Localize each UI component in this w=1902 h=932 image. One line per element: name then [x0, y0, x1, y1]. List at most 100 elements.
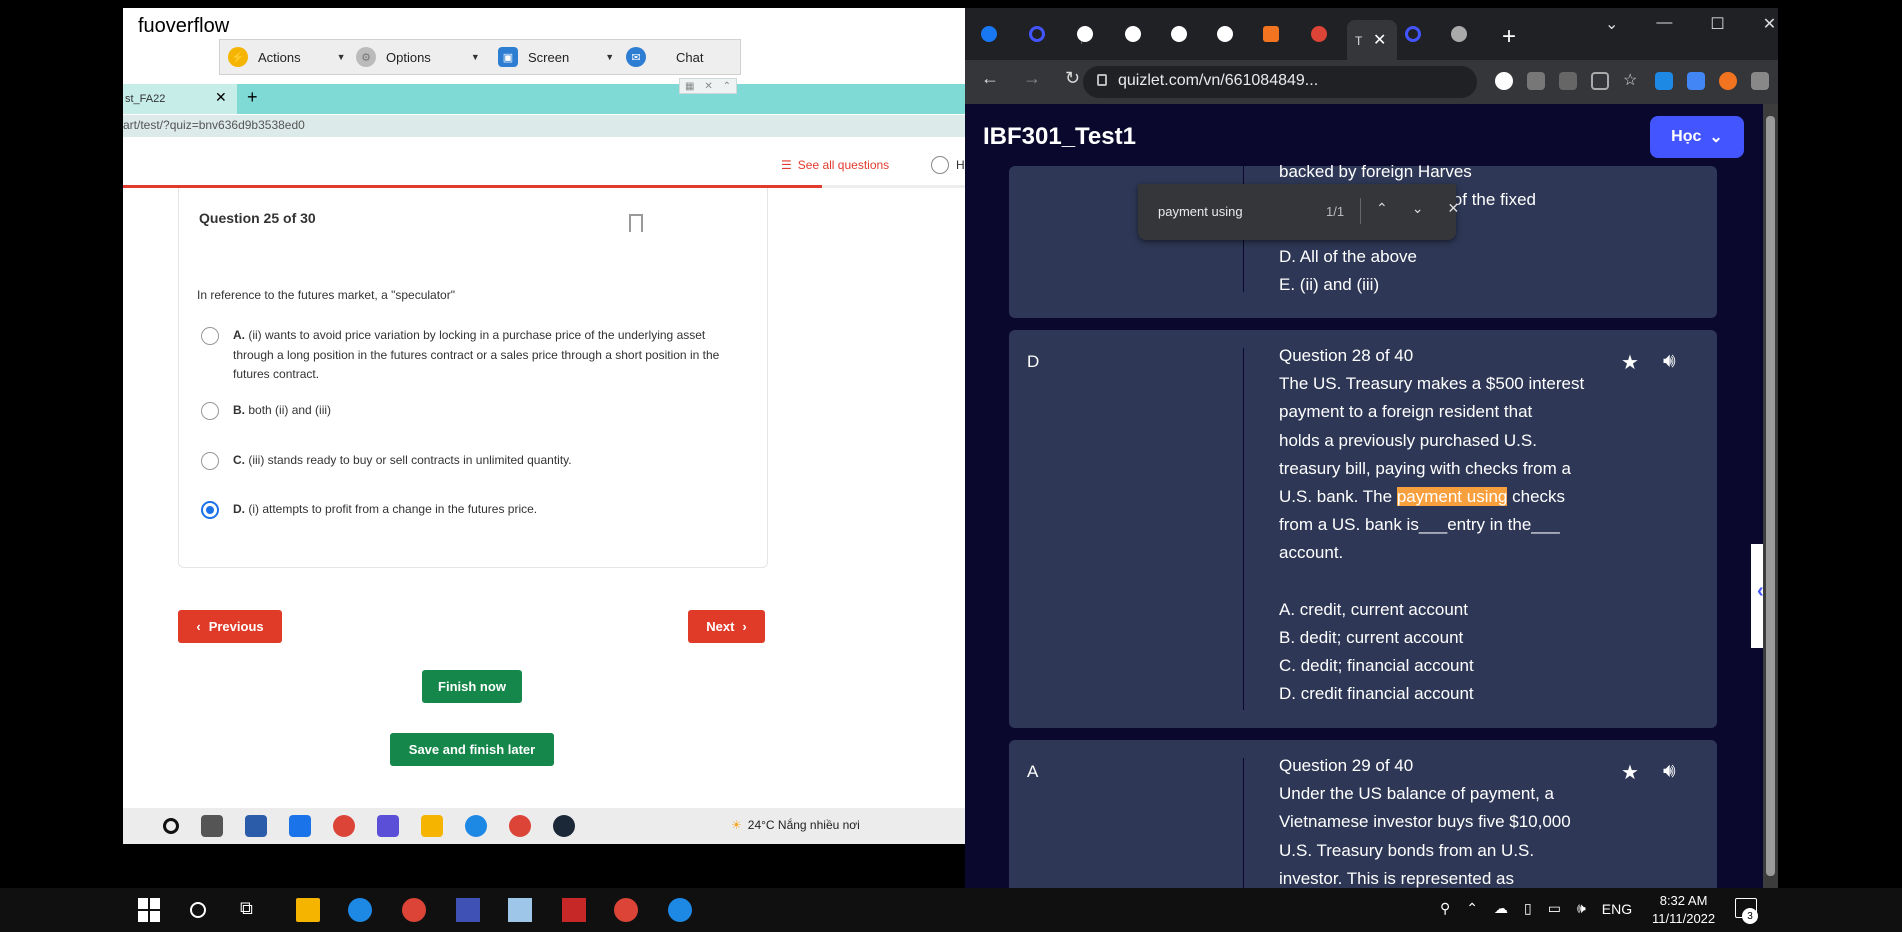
reload-icon[interactable]: ↻: [1065, 68, 1080, 89]
forward-icon[interactable]: →: [1023, 68, 1041, 89]
close-icon[interactable]: ✕: [704, 81, 712, 92]
radio-button[interactable]: [201, 452, 219, 470]
chat-button[interactable]: ✉ Chat: [618, 40, 728, 74]
chevron-up-icon[interactable]: ⌃: [1466, 900, 1478, 917]
cloud-icon[interactable]: ☁: [1494, 900, 1508, 917]
answer-option[interactable]: A. (ii) wants to avoid price variation b…: [201, 326, 741, 385]
audio-icon[interactable]: 🔊︎: [1663, 760, 1676, 783]
steam-icon[interactable]: [553, 815, 575, 837]
chevron-up-icon[interactable]: ⌃: [723, 81, 731, 92]
tab-search-icon[interactable]: ⌄: [1605, 14, 1618, 34]
close-icon[interactable]: ✕: [1373, 30, 1386, 50]
chrome-icon[interactable]: [402, 898, 426, 922]
vscode-icon[interactable]: [377, 815, 399, 837]
edge-icon[interactable]: [465, 815, 487, 837]
close-icon[interactable]: ✕: [1447, 200, 1459, 217]
answer-option[interactable]: C. (iii) stands ready to buy or sell con…: [201, 451, 741, 471]
star-icon[interactable]: ★: [1621, 350, 1639, 375]
radio-button[interactable]: [201, 327, 219, 345]
folder-icon[interactable]: [421, 815, 443, 837]
find-icon[interactable]: [1527, 72, 1545, 90]
star-icon[interactable]: ★: [1621, 760, 1639, 785]
previous-button[interactable]: ‹ Previous: [178, 610, 282, 643]
actions-menu[interactable]: ⚡ Actions ▼: [220, 40, 348, 74]
browser-tab[interactable]: st_FA22 ✕: [123, 84, 237, 114]
radio-button-selected[interactable]: [201, 501, 219, 519]
scrollbar[interactable]: [1763, 104, 1778, 888]
language-indicator[interactable]: ENG: [1602, 901, 1632, 917]
vscode-icon[interactable]: [456, 898, 480, 922]
facebook-tab-icon[interactable]: [981, 26, 997, 42]
chrome-profile-icon[interactable]: [614, 898, 638, 922]
chevron-up-icon[interactable]: ⌃: [1376, 200, 1388, 217]
address-bar[interactable]: art/test/?quiz=bnv636d9b3538ed0: [123, 115, 965, 137]
new-tab-icon[interactable]: +: [1502, 23, 1516, 51]
finish-now-button[interactable]: Finish now: [422, 670, 522, 703]
people-icon[interactable]: ⚲: [1440, 900, 1450, 917]
scroll-thumb[interactable]: [1766, 116, 1775, 876]
answer-option-selected[interactable]: D. (i) attempts to profit from a change …: [201, 500, 741, 520]
lock-icon[interactable]: [1097, 74, 1107, 86]
next-button[interactable]: Next ›: [688, 610, 765, 643]
drop-extension-icon[interactable]: [1655, 72, 1673, 90]
bookmark-icon[interactable]: [629, 214, 643, 232]
screen-menu[interactable]: ▣ Screen ▼: [490, 40, 618, 74]
google-tab-icon[interactable]: [1171, 26, 1187, 42]
see-all-questions-link[interactable]: ☰ See all questions: [781, 158, 889, 172]
user-icon[interactable]: [931, 156, 949, 174]
cube-icon[interactable]: [508, 898, 532, 922]
find-bar: payment using 1/1 ⌃ ⌄ ✕: [1138, 184, 1459, 240]
translate-icon[interactable]: [1559, 72, 1577, 90]
camera-icon[interactable]: [1751, 72, 1769, 90]
globe-tab-icon[interactable]: [1451, 26, 1467, 42]
translate-extension-icon[interactable]: [1687, 72, 1705, 90]
study-button[interactable]: Học ⌄: [1650, 116, 1744, 158]
c-extension-icon[interactable]: [1719, 72, 1737, 90]
c-tab-icon[interactable]: [1263, 26, 1279, 42]
close-icon[interactable]: ✕: [215, 89, 227, 106]
def-text: U.S. bank. The: [1279, 487, 1397, 507]
google-lens-icon[interactable]: [1495, 72, 1513, 90]
back-icon[interactable]: ←: [981, 68, 999, 89]
ultraviewer-icon[interactable]: [668, 898, 692, 922]
chevron-down-icon[interactable]: ⌄: [1412, 200, 1424, 217]
task-view-icon[interactable]: [201, 815, 223, 837]
task-view-icon[interactable]: ⧉: [240, 898, 264, 922]
audio-icon[interactable]: 🔊︎: [1663, 350, 1676, 373]
mail-icon[interactable]: [289, 815, 311, 837]
quizlet-tab-icon[interactable]: [1029, 26, 1045, 42]
quizlet-tab-icon[interactable]: [1405, 26, 1421, 42]
omnibox[interactable]: quizlet.com/vn/661084849...: [1083, 66, 1477, 98]
device-icon[interactable]: ▯: [1524, 900, 1532, 917]
file-explorer-icon[interactable]: [296, 898, 320, 922]
chrome-icon[interactable]: [509, 815, 531, 837]
answer-option[interactable]: B. both (ii) and (iii): [201, 401, 741, 421]
search-icon[interactable]: [163, 818, 179, 834]
clock[interactable]: 8:32 AM 11/11/2022: [1652, 892, 1715, 928]
chrome-icon[interactable]: [333, 815, 355, 837]
star-icon[interactable]: ☆: [1623, 72, 1641, 90]
active-tab[interactable]: T ✕: [1347, 20, 1397, 62]
store-icon[interactable]: [245, 815, 267, 837]
options-menu[interactable]: ⚙ Options ▼: [348, 40, 490, 74]
search-icon[interactable]: [190, 902, 206, 918]
google-tab-icon[interactable]: [1125, 26, 1141, 42]
google-tab-icon[interactable]: [1217, 26, 1233, 42]
share-icon[interactable]: [1591, 72, 1609, 90]
weather-widget[interactable]: ☀ 24°C Nắng nhiều nơi: [731, 818, 860, 832]
new-tab-icon[interactable]: +: [247, 87, 258, 108]
save-finish-later-button[interactable]: Save and finish later: [390, 733, 554, 766]
volume-icon[interactable]: 🕪︎: [1577, 900, 1586, 917]
grid-icon[interactable]: ▦: [685, 81, 694, 92]
chrome-tab-icon[interactable]: [1311, 26, 1327, 42]
minimize-icon[interactable]: —: [1656, 14, 1672, 34]
battery-icon[interactable]: ▭: [1548, 900, 1561, 917]
google-tab-icon[interactable]: [1077, 26, 1093, 42]
start-icon[interactable]: [138, 898, 162, 922]
radio-button[interactable]: [201, 402, 219, 420]
find-input[interactable]: payment using: [1158, 204, 1243, 219]
maximize-icon[interactable]: ☐: [1710, 14, 1724, 34]
edge-icon[interactable]: [348, 898, 372, 922]
close-window-icon[interactable]: ✕: [1763, 14, 1776, 34]
anydesk-icon[interactable]: [562, 898, 586, 922]
